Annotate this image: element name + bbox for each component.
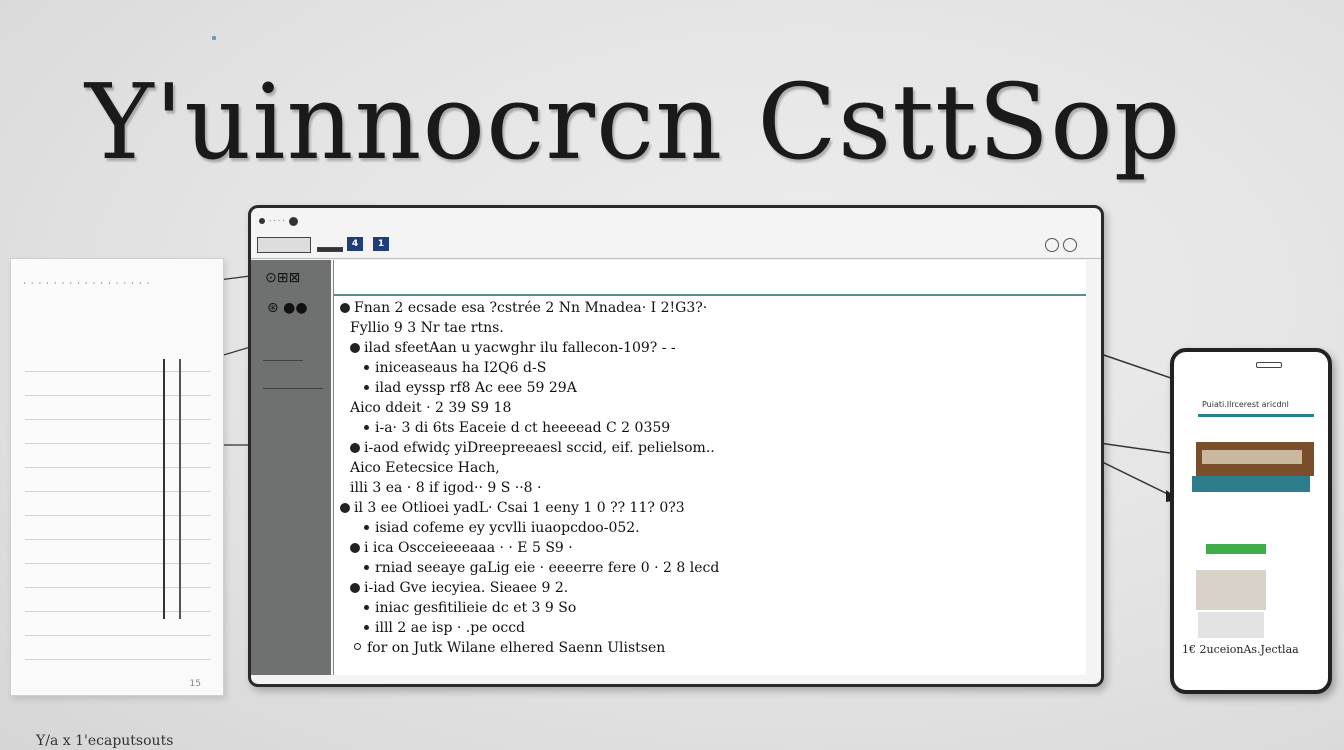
document-line-text: Fyllio 9 3 Nr tae rtns.	[350, 320, 504, 336]
document-line-text: illi 3 ea · 8 if igod·· 9 S ··8 ·	[350, 480, 542, 496]
toolbar: 4 1	[251, 232, 1101, 259]
bullet-icon	[364, 605, 369, 610]
window-dot-icon[interactable]	[259, 218, 265, 224]
phone-app-header: Puiati.Ilrcerest aricdnl	[1198, 396, 1314, 417]
sidebar-tools-icon[interactable]: ⊙⊞⊠	[265, 270, 300, 286]
document-line[interactable]: il 3 ee Otlioei yadL· Csai 1 eeny 1 0 ??…	[340, 500, 685, 516]
document-content: Fnan 2 ecsade esa ?cstrée 2 Nn Mnadea· I…	[333, 260, 1086, 675]
bullet-icon	[354, 643, 361, 650]
notebook-page-number: 15	[189, 679, 201, 689]
sidebar-divider	[263, 360, 303, 361]
settings-icon[interactable]	[1045, 238, 1059, 252]
ruled-line	[25, 659, 211, 660]
document-line[interactable]: Fyllio 9 3 Nr tae rtns.	[350, 320, 504, 336]
ruled-line	[25, 467, 211, 468]
phone-thumbnail[interactable]	[1198, 612, 1264, 638]
document-line-text: iniac gesfitilieie dc et 3 9 So	[375, 600, 577, 616]
window-title: · · · ·	[269, 217, 285, 225]
bullet-icon	[350, 343, 360, 353]
document-line-text: illl 2 ae isp · .pe occd	[375, 620, 525, 636]
sidebar: ⊙⊞⊠ ⊛ ●●	[251, 260, 331, 675]
bullet-icon	[364, 625, 369, 630]
bullet-icon	[364, 525, 369, 530]
toolbar-field[interactable]	[257, 237, 311, 253]
bullet-icon	[350, 543, 360, 553]
document-line-text: i-a· 3 di 6ts Eaceie d ct heeeead C 2 03…	[375, 420, 671, 436]
phone-thumbnail[interactable]	[1196, 570, 1266, 610]
window-titlebar: · · · ·	[259, 212, 298, 230]
ruled-line	[25, 515, 211, 516]
phone-image-panel	[1196, 442, 1314, 476]
document-line[interactable]: ilad eyssp rf8 Ac eee 59 29A	[350, 380, 577, 396]
document-line[interactable]: i-a· 3 di 6ts Eaceie d ct heeeead C 2 03…	[350, 420, 670, 436]
document-line-text: isiad cofeme ey ycvlli iuaopcdoo-052.	[375, 520, 640, 536]
bullet-icon	[340, 303, 350, 313]
bullet-icon	[340, 503, 350, 513]
toolbar-badge[interactable]: 4	[347, 237, 363, 251]
document-line[interactable]: iniceaseaus ha I2Q6 d-S	[350, 360, 546, 376]
phone-teal-bar	[1192, 476, 1310, 492]
document-line[interactable]: i ica Oscceieeeaaa · · E 5 S9 ·	[350, 540, 573, 556]
document-line-text: iniceaseaus ha I2Q6 d-S	[375, 360, 547, 376]
document-line[interactable]: iniac gesfitilieie dc et 3 9 So	[350, 600, 576, 616]
bullet-icon	[350, 583, 360, 593]
document-line[interactable]: i-aod efwidç yiDreepreeaesl sccid, eif. …	[350, 440, 715, 456]
document-line[interactable]: illi 3 ea · 8 if igod·· 9 S ··8 ·	[350, 480, 541, 496]
notebook-caption: Y/a x 1'ecaputsouts	[36, 733, 174, 749]
document-line-text: Aico ddeit · 2 39 S9 18	[350, 400, 512, 416]
document-line-text: for on Jutk Wilane elhered Saenn Ulistse…	[367, 640, 666, 656]
document-line-text: ilad sfeetAan u yacwghr ilu fallecon-109…	[364, 340, 676, 356]
sidebar-status-icon[interactable]: ⊛ ●●	[267, 300, 308, 316]
document-line[interactable]: Fnan 2 ecsade esa ?cstrée 2 Nn Mnadea· I…	[340, 300, 707, 316]
ruled-line	[25, 611, 211, 612]
document-line[interactable]: Aico Eetecsice Hach,	[350, 460, 500, 476]
bullet-icon	[364, 425, 369, 430]
document-line[interactable]: for on Jutk Wilane elhered Saenn Ulistse…	[340, 640, 665, 656]
document-line[interactable]: rniad seeaye gaLig eie · eeeerre fere 0 …	[350, 560, 719, 576]
document-line[interactable]: i-iad Gve iecyiea. Sieaee 9 2.	[350, 580, 568, 596]
ruled-line	[25, 539, 211, 540]
bullet-icon	[350, 443, 360, 453]
document-line-text: i-iad Gve iecyiea. Sieaee 9 2.	[364, 580, 569, 596]
notebook: · · · · · · · · · · · · · · · · · 15	[10, 258, 224, 696]
document-line-text: i-aod efwidç yiDreepreeaesl sccid, eif. …	[364, 440, 715, 456]
phone-action-button[interactable]	[1206, 544, 1266, 554]
document-line-text: Fnan 2 ecsade esa ?cstrée 2 Nn Mnadea· I…	[354, 300, 708, 316]
ruled-line	[25, 587, 211, 588]
sidebar-divider	[263, 388, 323, 389]
notebook-binder-bar	[163, 359, 181, 619]
document-line-text: i ica Oscceieeeaaa · · E 5 S9 ·	[364, 540, 573, 556]
toolbar-divider	[317, 247, 343, 252]
document-line-text: rniad seeaye gaLig eie · eeeerre fere 0 …	[375, 560, 720, 576]
ruled-line	[25, 371, 211, 372]
document-line-text: Aico Eetecsice Hach,	[350, 460, 500, 476]
ruled-line	[25, 419, 211, 420]
phone-speaker	[1256, 362, 1282, 368]
phone-caption: 1€ 2uceionAs.Jectlaa	[1182, 643, 1299, 656]
document-header-strip	[334, 260, 1086, 296]
close-icon[interactable]	[1063, 238, 1077, 252]
ruled-line	[25, 443, 211, 444]
document-line-text: ilad eyssp rf8 Ac eee 59 29A	[375, 380, 577, 396]
ruled-line	[25, 395, 211, 396]
bullet-icon	[364, 365, 369, 370]
document-line[interactable]: ilad sfeetAan u yacwghr ilu fallecon-109…	[350, 340, 676, 356]
ruled-line	[25, 491, 211, 492]
phone-device: Puiati.Ilrcerest aricdnl 1€ 2uceionAs.Je…	[1170, 348, 1332, 694]
document-line[interactable]: isiad cofeme ey ycvlli iuaopcdoo-052.	[350, 520, 640, 536]
ruled-line	[25, 563, 211, 564]
document-line[interactable]: illl 2 ae isp · .pe occd	[350, 620, 525, 636]
ruled-line	[25, 635, 211, 636]
document-line[interactable]: Aico ddeit · 2 39 S9 18	[350, 400, 511, 416]
window-dot-icon[interactable]	[288, 216, 298, 226]
notebook-header-text: · · · · · · · · · · · · · · · · ·	[23, 279, 151, 289]
bullet-icon	[364, 565, 369, 570]
toolbar-badge[interactable]: 1	[373, 237, 389, 251]
monitor-window: · · · · 4 1 ⊙⊞⊠ ⊛ ●● Fnan 2 ecsade esa ?…	[248, 205, 1104, 687]
bullet-icon	[364, 385, 369, 390]
document-line-text: il 3 ee Otlioei yadL· Csai 1 eeny 1 0 ??…	[354, 500, 685, 516]
